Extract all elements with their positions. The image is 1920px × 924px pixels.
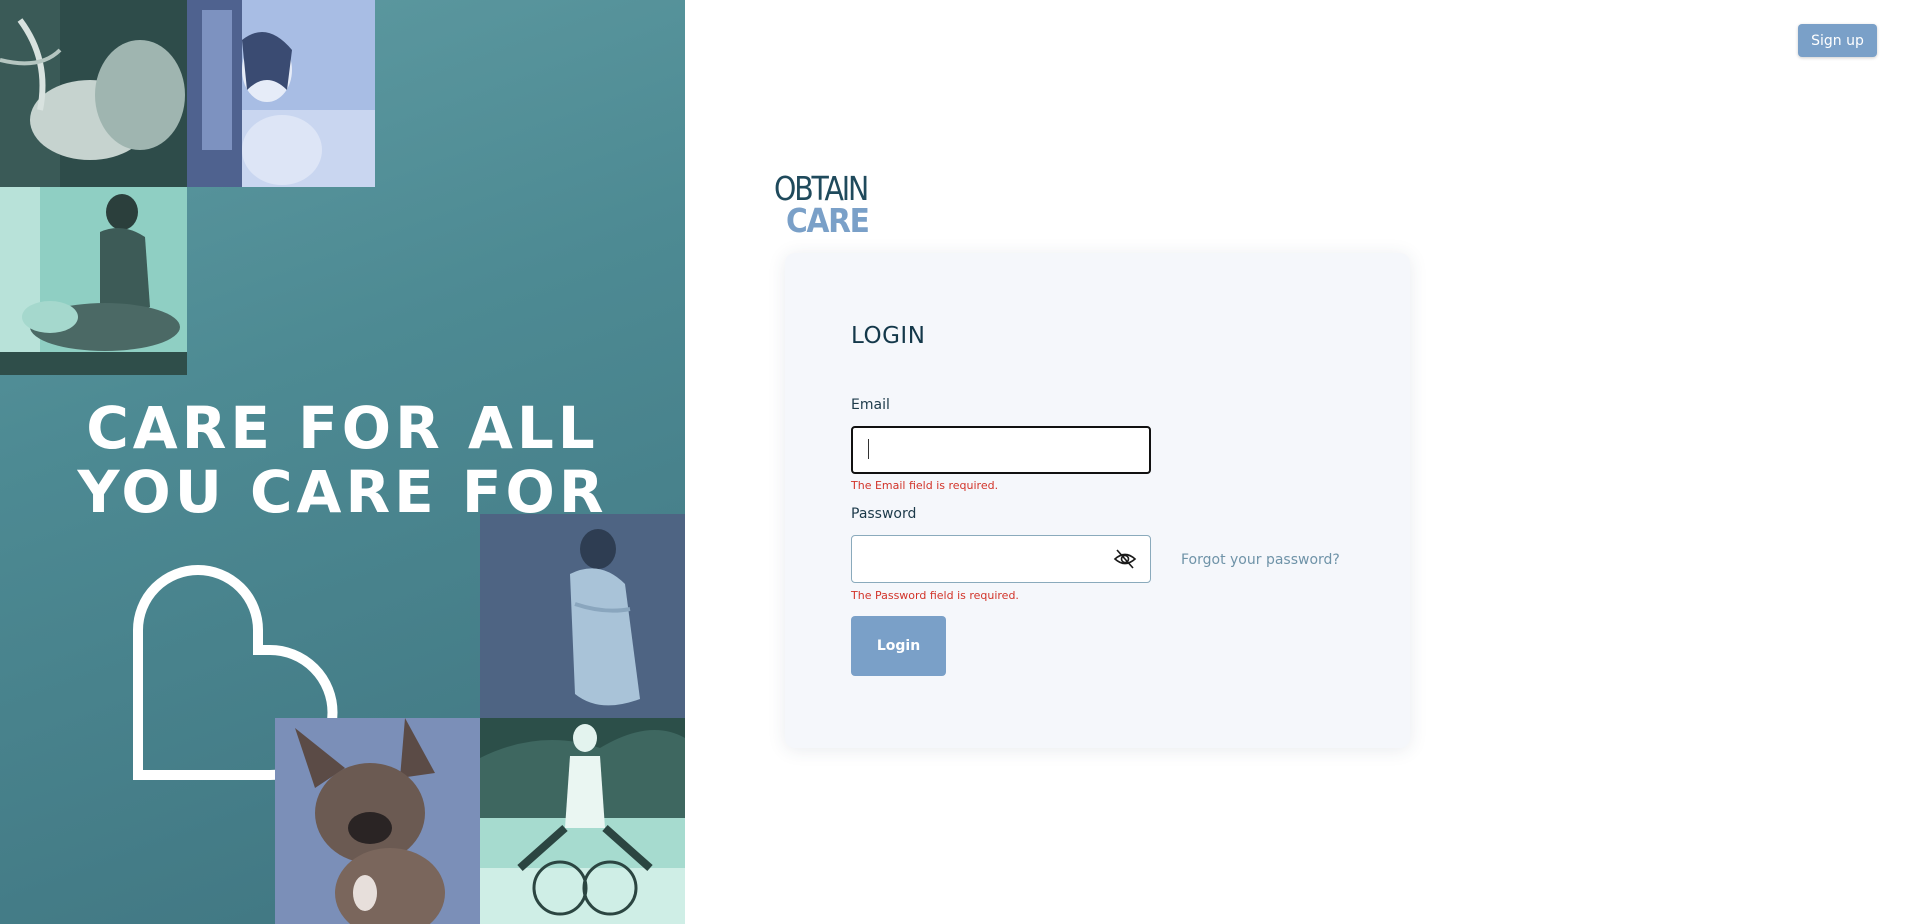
eye-slash-icon[interactable]: [1113, 548, 1137, 570]
signup-button[interactable]: Sign up: [1798, 24, 1877, 57]
logo-text-bottom: CARE: [786, 201, 870, 240]
email-field[interactable]: [851, 426, 1151, 474]
text-caret: [868, 439, 869, 459]
login-button[interactable]: Login: [851, 616, 946, 676]
hero-slogan: CARE FOR ALL YOU CARE FOR: [30, 396, 655, 524]
login-title: LOGIN: [851, 323, 926, 349]
forgot-password-link[interactable]: Forgot your password?: [1181, 552, 1340, 568]
photo-woman-meditating: [0, 187, 187, 375]
photo-woman-in-car: [187, 0, 375, 187]
hero-slogan-line1: CARE FOR ALL: [86, 394, 599, 462]
password-label: Password: [851, 506, 917, 522]
photo-holding-hands: [0, 0, 187, 187]
email-label: Email: [851, 397, 890, 413]
photo-french-bulldog: [275, 718, 480, 924]
obtaincare-logo: OBTAIN CARE: [774, 172, 884, 238]
login-card: LOGIN Email The Email field is required.…: [785, 253, 1410, 748]
hero-panel: CARE FOR ALL YOU CARE FOR: [0, 0, 685, 924]
password-error: The Password field is required.: [851, 589, 1019, 602]
photo-swaddled-baby: [480, 514, 685, 718]
password-field[interactable]: [851, 535, 1151, 583]
email-error: The Email field is required.: [851, 479, 999, 492]
photo-man-on-bicycle: [480, 718, 685, 924]
